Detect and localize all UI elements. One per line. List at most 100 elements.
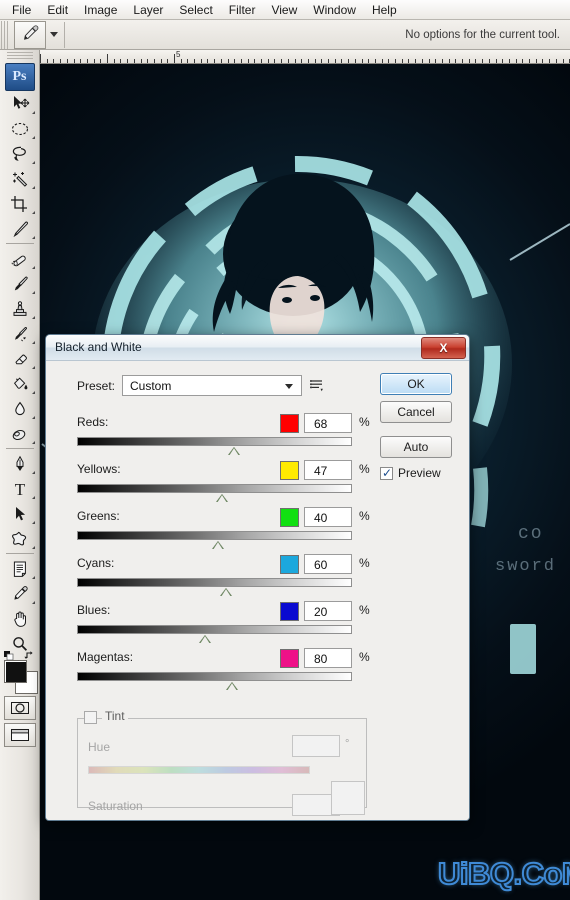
menu-item-image[interactable]: Image xyxy=(76,1,125,19)
slider-color-swatch xyxy=(280,508,299,527)
slider-value-input[interactable]: 68 xyxy=(304,413,352,433)
custom-shape-tool[interactable] xyxy=(3,526,37,551)
slider-track[interactable] xyxy=(77,672,352,681)
slider-value: 47 xyxy=(314,464,328,478)
preview-label: Preview xyxy=(398,466,441,480)
chevron-down-icon xyxy=(285,384,293,389)
dodge-tool[interactable] xyxy=(3,421,37,446)
slider-thumb[interactable] xyxy=(226,682,238,690)
tint-checkbox[interactable] xyxy=(84,711,97,724)
slider-thumb[interactable] xyxy=(212,541,224,549)
watermark: UiBQ.CoM xyxy=(437,855,570,892)
slider-value: 80 xyxy=(314,652,328,666)
menu-item-file[interactable]: File xyxy=(4,1,39,19)
menu-item-window[interactable]: Window xyxy=(305,1,364,19)
menu-item-view[interactable]: View xyxy=(263,1,305,19)
slider-track[interactable] xyxy=(77,484,352,493)
options-bar-grip[interactable] xyxy=(1,20,10,49)
color-swatches[interactable] xyxy=(3,651,38,694)
menu-bar: File Edit Image Layer Select Filter View… xyxy=(0,0,570,20)
preset-value: Custom xyxy=(130,379,172,393)
ruler-tick xyxy=(522,59,523,63)
magic-wand-tool[interactable] xyxy=(3,166,37,191)
slider-thumb[interactable] xyxy=(199,635,211,643)
slider-value-input[interactable]: 60 xyxy=(304,554,352,574)
slider-track[interactable] xyxy=(77,625,352,634)
slider-track[interactable] xyxy=(77,531,352,540)
notes-tool[interactable] xyxy=(3,556,37,581)
preview-checkbox[interactable]: ✓ xyxy=(380,466,393,480)
paint-bucket-tool[interactable] xyxy=(3,371,37,396)
path-selection-tool[interactable] xyxy=(3,501,37,526)
pen-tool[interactable] xyxy=(3,451,37,476)
chevron-down-icon[interactable] xyxy=(50,32,58,37)
slider-value: 40 xyxy=(314,511,328,525)
tool-flyout-indicator xyxy=(29,161,35,164)
preview-checkbox-row[interactable]: ✓ Preview xyxy=(380,466,441,480)
slider-thumb[interactable] xyxy=(228,447,240,455)
slider-value-input[interactable]: 40 xyxy=(304,507,352,527)
no-options-message: No options for the current tool. xyxy=(405,28,560,41)
slider-color-swatch xyxy=(280,414,299,433)
ok-button[interactable]: OK xyxy=(380,373,452,395)
tools-panel-grip[interactable] xyxy=(6,52,33,60)
healing-brush-tool[interactable] xyxy=(3,246,37,271)
auto-button[interactable]: Auto xyxy=(380,436,452,458)
slider-track[interactable] xyxy=(77,578,352,587)
menu-item-filter[interactable]: Filter xyxy=(221,1,264,19)
ruler-tick xyxy=(134,59,135,63)
cancel-button[interactable]: Cancel xyxy=(380,401,452,423)
close-icon[interactable]: X xyxy=(421,337,466,359)
crop-tool[interactable] xyxy=(3,191,37,216)
screen-mode-button[interactable] xyxy=(3,723,36,747)
ruler-tick xyxy=(187,59,188,63)
ruler-tick xyxy=(429,59,430,63)
brush-tool[interactable] xyxy=(3,271,37,296)
preset-menu-icon[interactable] xyxy=(310,377,326,396)
ruler-tick xyxy=(489,59,490,63)
ruler-tick xyxy=(395,59,396,63)
tools-divider xyxy=(5,448,34,449)
menu-item-edit[interactable]: Edit xyxy=(39,1,76,19)
ruler-tick xyxy=(442,59,443,63)
slider-value-input[interactable]: 80 xyxy=(304,648,352,668)
ruler-tick xyxy=(502,59,503,63)
current-tool-button[interactable] xyxy=(14,20,46,49)
clone-stamp-tool[interactable] xyxy=(3,296,37,321)
dialog-title-bar[interactable]: Black and White X xyxy=(46,335,469,361)
ruler-tick xyxy=(529,59,530,63)
tint-color-swatch[interactable] xyxy=(331,781,365,815)
ruler-tick xyxy=(40,54,41,63)
eyedropper-tool[interactable] xyxy=(3,581,37,606)
slider-track[interactable] xyxy=(77,437,352,446)
elliptical-marquee-tool[interactable] xyxy=(3,116,37,141)
blur-tool[interactable] xyxy=(3,396,37,421)
slider-color-swatch xyxy=(280,649,299,668)
ruler-tick xyxy=(60,59,61,63)
preset-dropdown[interactable]: Custom xyxy=(122,375,302,396)
type-tool[interactable]: T xyxy=(3,476,37,501)
slider-thumb[interactable] xyxy=(216,494,228,502)
hue-gradient-bar[interactable] xyxy=(88,766,310,774)
hue-input[interactable] xyxy=(292,735,340,757)
ruler-tick xyxy=(315,59,316,63)
ruler-tick xyxy=(469,59,470,63)
menu-item-help[interactable]: Help xyxy=(364,1,405,19)
lasso-tool[interactable] xyxy=(3,141,37,166)
slider-thumb[interactable] xyxy=(220,588,232,596)
ruler-tick xyxy=(435,59,436,63)
menu-item-layer[interactable]: Layer xyxy=(125,1,171,19)
horizontal-ruler[interactable]: 5 xyxy=(40,50,570,64)
quick-mask-button[interactable] xyxy=(3,696,36,720)
swatch-controls[interactable] xyxy=(3,649,37,661)
history-brush-tool[interactable] xyxy=(3,321,37,346)
foreground-color-swatch[interactable] xyxy=(3,660,27,683)
hand-tool[interactable] xyxy=(3,606,37,631)
menu-item-select[interactable]: Select xyxy=(171,1,220,19)
slider-value-input[interactable]: 20 xyxy=(304,601,352,621)
tools-divider xyxy=(5,243,34,244)
slider-value-input[interactable]: 47 xyxy=(304,460,352,480)
slice-tool[interactable] xyxy=(3,216,37,241)
eraser-tool[interactable] xyxy=(3,346,37,371)
move-tool[interactable] xyxy=(3,91,37,116)
